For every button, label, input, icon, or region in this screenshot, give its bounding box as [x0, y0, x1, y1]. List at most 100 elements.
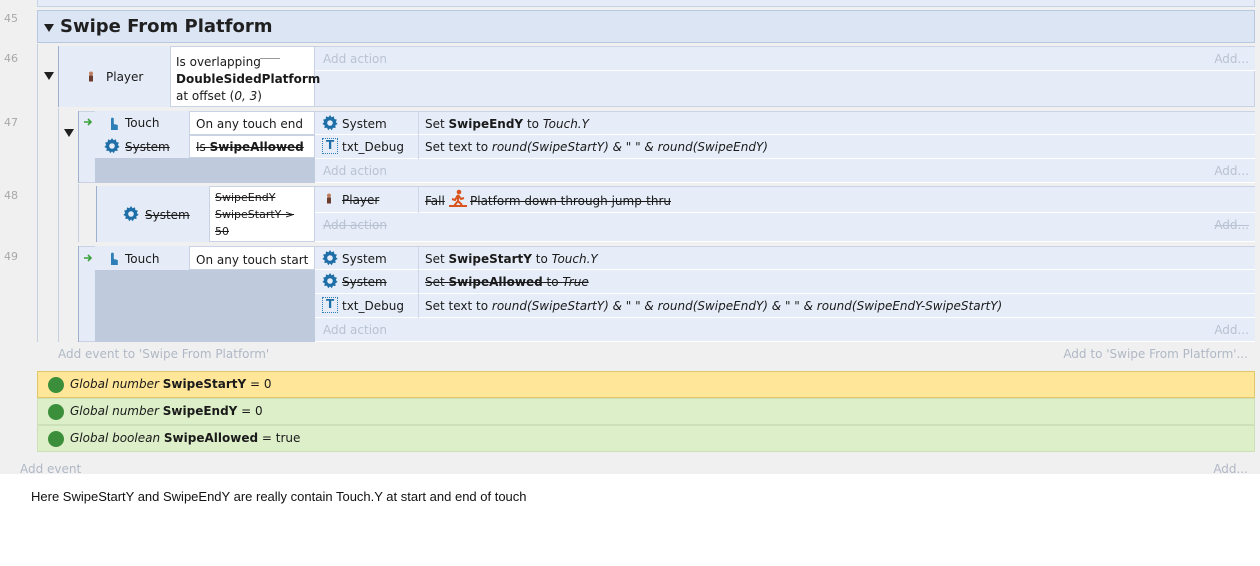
divider [418, 247, 419, 270]
action-text: Platform down through jump-thru [470, 194, 672, 208]
add-action-row[interactable]: Add action Add... [315, 213, 1255, 242]
group-title: Swipe From Platform [60, 16, 273, 37]
previous-event-edge [37, 0, 1255, 7]
line-number: 47 [4, 116, 18, 129]
group-indent-line [37, 44, 38, 342]
global-variable-text: Global number SwipeStartY = 0 [70, 377, 272, 391]
condition-object-cell[interactable]: Player [59, 46, 170, 107]
action-row[interactable]: T txt_Debug Set text to round(SwipeStart… [315, 294, 1255, 318]
condition-object-label: Touch [125, 116, 160, 130]
globe-icon [48, 431, 64, 447]
action-object-label: txt_Debug [342, 299, 404, 313]
action-text: Set SwipeAllowed to True [425, 275, 589, 289]
action-object-label: txt_Debug [342, 140, 404, 154]
condition-object-cell[interactable]: System [97, 186, 209, 242]
action-prefix: Fall [425, 194, 445, 208]
condition-text-line: 50 [215, 225, 229, 238]
add-action-link[interactable]: Add action [323, 52, 387, 66]
add-more-link[interactable]: Add... [1214, 164, 1249, 178]
action-row[interactable]: T txt_Debug Set text to round(SwipeStart… [315, 135, 1255, 159]
group-header[interactable]: Swipe From Platform [37, 10, 1255, 43]
collapse-arrow-icon[interactable] [64, 129, 74, 137]
divider [418, 270, 419, 294]
condition-text: On any touch start [196, 253, 309, 267]
condition-object-label: System [145, 208, 190, 222]
condition-cell[interactable]: Is overlapping DoubleSidedPlatform at of… [170, 46, 320, 107]
gear-icon [322, 250, 338, 266]
add-to-group-link[interactable]: Add to 'Swipe From Platform'... [1063, 347, 1248, 361]
condition-empty-area[interactable] [95, 270, 315, 342]
text-object-icon: T [322, 138, 338, 154]
action-text: Set text to round(SwipeStartY) & " " & r… [425, 299, 1003, 313]
action-row[interactable]: System Set SwipeEndY to Touch.Y [315, 112, 1255, 135]
global-variable-row[interactable]: Global boolean SwipeAllowed = true [37, 425, 1255, 452]
condition-cell[interactable]: On any touch start [189, 246, 315, 270]
global-variable-text: Global number SwipeEndY = 0 [70, 404, 263, 418]
event-edge [78, 111, 79, 183]
gear-icon [123, 206, 139, 222]
condition-text: Is overlapping [176, 55, 261, 69]
condition-text: Is SwipeAllowed [196, 140, 304, 154]
add-more-link[interactable]: Add... [1213, 462, 1248, 476]
condition-empty-area[interactable] [95, 158, 315, 183]
thumbnail-icon [260, 58, 280, 59]
action-row-disabled[interactable]: Player Fall Platform down through jump-t… [315, 187, 1255, 213]
condition-text: On any touch end [196, 117, 304, 131]
global-variable-text: Global boolean SwipeAllowed = true [70, 431, 301, 445]
action-object-label: System [342, 252, 387, 266]
condition-cell-disabled[interactable]: Is SwipeAllowed [189, 135, 315, 158]
condition-cell[interactable]: On any touch end [189, 111, 315, 135]
action-row[interactable]: System Set SwipeStartY to Touch.Y [315, 247, 1255, 270]
condition-object-cell[interactable]: System [95, 135, 189, 158]
gear-icon [104, 138, 120, 154]
condition-object-cell[interactable]: Touch [95, 111, 189, 135]
globe-icon [48, 377, 64, 393]
collapse-arrow-icon[interactable] [44, 24, 54, 32]
condition-text-line: SwipeEndY [215, 191, 276, 204]
add-action-link[interactable]: Add action [323, 323, 387, 337]
add-more-link[interactable]: Add... [1214, 52, 1249, 66]
action-row-disabled[interactable]: System Set SwipeAllowed to True [315, 270, 1255, 294]
condition-object-label: Touch [125, 252, 160, 266]
global-variable-row-selected[interactable]: Global number SwipeStartY = 0 [37, 371, 1255, 398]
add-event-link[interactable]: Add event [20, 462, 81, 476]
event-sheet: 45 46 47 48 49 Swipe From Platform Playe… [0, 0, 1260, 476]
divider [418, 187, 419, 213]
condition-text-line: SwipeStartY > [215, 208, 295, 221]
add-more-link[interactable]: Add... [1214, 323, 1249, 337]
divider [418, 135, 419, 159]
subevent-indent-line [78, 184, 79, 242]
condition-object-label: System [125, 140, 170, 154]
gear-icon [322, 273, 338, 289]
add-event-to-group-link[interactable]: Add event to 'Swipe From Platform' [58, 347, 269, 361]
add-action-row[interactable]: Add action Add... [315, 47, 1255, 71]
divider [418, 294, 419, 318]
line-number: 48 [4, 189, 18, 202]
text-object-icon: T [322, 297, 338, 313]
player-sprite-icon [88, 71, 94, 82]
divider [418, 112, 419, 135]
add-action-link[interactable]: Add action [323, 164, 387, 178]
touch-hand-icon [106, 115, 120, 131]
condition-object-label: Player [106, 70, 144, 84]
action-object-label: System [342, 275, 387, 289]
gear-icon [322, 115, 338, 131]
trigger-arrow-icon [84, 252, 94, 262]
line-number: 46 [4, 52, 18, 65]
global-variable-row[interactable]: Global number SwipeEndY = 0 [37, 398, 1255, 425]
trigger-arrow-icon [84, 116, 94, 126]
action-text: Set text to round(SwipeStartY) & " " & r… [425, 140, 768, 154]
collapse-arrow-icon[interactable] [44, 72, 54, 80]
add-more-link[interactable]: Add... [1214, 218, 1249, 232]
line-number: 45 [4, 12, 18, 25]
action-text: Set SwipeStartY to Touch.Y [425, 252, 598, 266]
add-action-row[interactable]: Add action Add... [315, 318, 1255, 342]
action-text: Set SwipeEndY to Touch.Y [425, 117, 589, 131]
condition-cell-disabled[interactable]: SwipeEndY SwipeStartY > 50 [209, 186, 315, 242]
add-action-row[interactable]: Add action Add... [315, 159, 1255, 183]
add-action-link[interactable]: Add action [323, 218, 387, 232]
action-object-label: System [342, 117, 387, 131]
condition-object-cell[interactable]: Touch [95, 246, 189, 270]
condition-object-param: DoubleSidedPlatform [176, 72, 321, 86]
platform-behavior-icon [449, 189, 467, 207]
